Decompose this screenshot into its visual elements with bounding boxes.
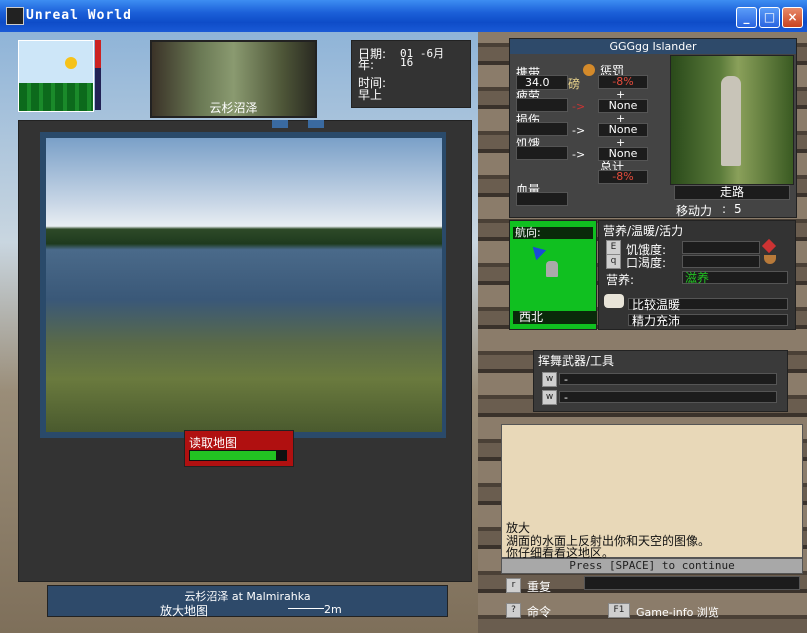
move-value: 5 (734, 202, 742, 216)
total-value: -8% (598, 170, 648, 184)
read-map-box[interactable]: 读取地图 (184, 430, 294, 467)
portrait-figure (721, 76, 741, 166)
maximize-button[interactable]: □ (759, 7, 780, 28)
player-figure-icon (546, 261, 558, 277)
arrow-icon-2: -> (572, 124, 586, 137)
location-thumb-caption: 云杉沼泽 (209, 101, 258, 115)
nutrition-label: 营养: (606, 273, 635, 287)
info-label[interactable]: Game-info 浏览 (636, 604, 719, 620)
repeat-key[interactable]: r (506, 578, 521, 593)
hunger-meter (682, 241, 760, 254)
scene-lake-image (46, 138, 442, 432)
injury-penalty: None (598, 123, 648, 137)
command-key[interactable]: ? (506, 603, 521, 618)
thirst-meter (682, 255, 760, 268)
year-label: 年: (358, 58, 375, 72)
clothing-icon (604, 294, 624, 308)
compass-arrow-icon (527, 241, 547, 261)
injury-bar (516, 122, 568, 136)
hunger-bar (516, 146, 568, 160)
read-map-label: 读取地图 (189, 436, 238, 450)
window-title: Unreal World (26, 8, 132, 23)
year-value: 16 (400, 56, 414, 69)
character-name: GGGgg Islander (510, 39, 796, 54)
weight-bag-icon (583, 64, 595, 76)
weather-indicator (18, 40, 94, 112)
move-label: 移动力 (676, 204, 713, 218)
blood-bar (516, 192, 568, 206)
warmth-value: 比较温暖 (628, 298, 788, 311)
location-thumbnail: 云杉沼泽 (150, 40, 317, 118)
thirst-key[interactable]: q (606, 254, 621, 269)
location-status-bar: 云杉沼泽 at Malmirahka 放大地图 2m (47, 585, 448, 618)
penalty-value: -8% (598, 75, 648, 89)
needs-title: 营养/温暖/活力 (603, 224, 684, 238)
continue-prompt[interactable]: Press [SPACE] to continue (501, 558, 803, 574)
view-tab-left[interactable] (272, 120, 288, 128)
weapon-slot1-key[interactable]: w (542, 372, 557, 387)
date-time-panel: 日期: 01 -6月 年: 16 时间: 早上 (351, 40, 471, 108)
app-icon (6, 7, 24, 25)
energy-value: 精力充沛 (628, 314, 788, 327)
minimize-button[interactable]: _ (736, 7, 757, 28)
time-value: 早上 (358, 88, 383, 102)
character-portrait (670, 55, 794, 185)
read-map-progress-track (189, 450, 287, 461)
thirst-label: 口渴度: (626, 256, 667, 270)
fatigue-bar (516, 98, 568, 112)
message-log: 放大 湖面的水面上反射出你和天空的图像。 你仔细看看这地区。 (501, 424, 803, 560)
weapon-slot2[interactable]: - (559, 391, 777, 404)
sun-icon (65, 57, 77, 69)
arrow-icon-3: -> (572, 148, 586, 161)
heading-label: 航向: (513, 227, 593, 239)
view-tab-right[interactable] (308, 120, 324, 128)
weapon-slot1[interactable]: - (559, 373, 777, 386)
repeat-label[interactable]: 重复 (527, 578, 551, 595)
hunger-key[interactable]: E (606, 240, 621, 255)
read-map-progress-fill (190, 451, 276, 460)
repeat-field (584, 576, 800, 590)
zoom-label: 放大地图 (160, 604, 209, 618)
navigation-panel: 航向: 西北 (509, 220, 597, 330)
location-line: 云杉沼泽 at Malmirahka (184, 590, 311, 603)
carry-unit: 磅 (568, 77, 581, 91)
weapons-title: 挥舞武器/工具 (538, 354, 615, 368)
nutrition-value: 滋养 (682, 271, 788, 285)
scale-bar (288, 608, 324, 609)
arrow-icon-1: -> (572, 100, 586, 113)
close-button[interactable]: × (782, 7, 803, 28)
heading-value: 西北 (513, 311, 597, 324)
fatigue-penalty: None (598, 99, 648, 113)
walk-mode[interactable]: 走路 (674, 185, 790, 200)
command-label[interactable]: 命令 (527, 603, 551, 620)
forest-icon (19, 83, 93, 111)
scale-label: 2m (324, 603, 342, 616)
info-key[interactable]: F1 (608, 603, 630, 618)
weapon-slot2-key[interactable]: w (542, 390, 557, 405)
window-titlebar: Unreal World _ □ × (0, 0, 807, 32)
temperature-gauge (95, 40, 101, 110)
